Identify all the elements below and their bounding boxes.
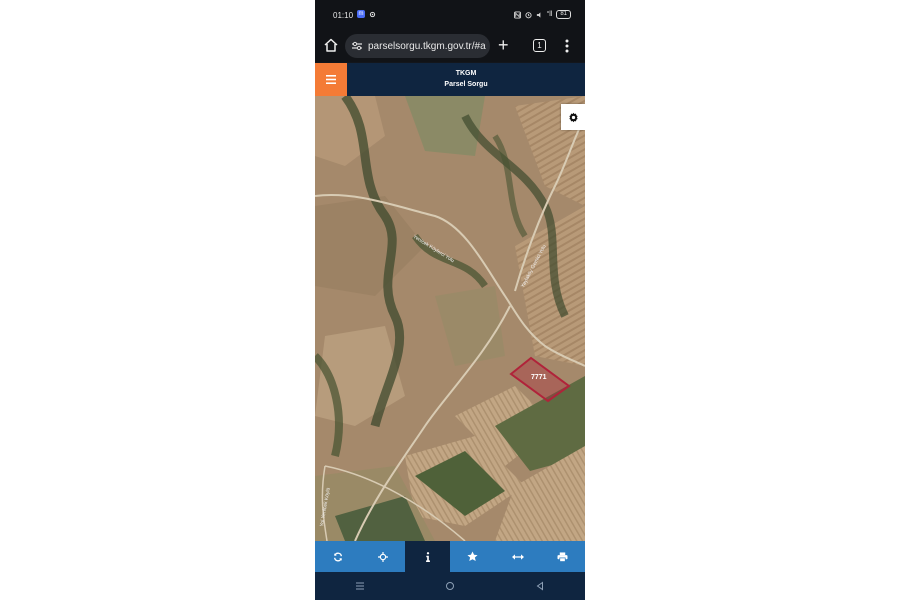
new-tab-plus-icon[interactable]: + <box>498 35 509 55</box>
locate-button[interactable] <box>360 541 405 572</box>
browser-toolbar: parselsorgu.tkgm.gov.tr/#ara + 1 <box>315 30 585 62</box>
phone-screen: 01:10 m “ll 81 parselsorgu.tkgm.gov.tr/#… <box>315 0 585 600</box>
satellite-imagery[interactable] <box>315 96 585 541</box>
star-icon <box>467 551 478 561</box>
tab-switcher-button[interactable]: 1 <box>533 39 546 52</box>
favorites-button[interactable] <box>450 541 495 572</box>
info-icon <box>425 551 430 562</box>
refresh-button[interactable] <box>315 541 360 572</box>
home-icon[interactable] <box>323 37 339 53</box>
site-settings-icon[interactable] <box>351 40 363 52</box>
satellite-map[interactable]: Yenicek Köylerci Yolu Yaylaköy Gemici Yo… <box>315 96 585 541</box>
status-bar: 01:10 m “ll 81 <box>315 0 585 30</box>
parcel-label: 7771 <box>531 374 547 381</box>
print-button[interactable] <box>540 541 585 572</box>
app-title: TKGM <box>455 70 477 77</box>
messenger-badge-icon: m <box>357 10 365 18</box>
address-bar[interactable]: parselsorgu.tkgm.gov.tr/#ara <box>345 34 490 58</box>
settings-small-icon <box>369 11 376 17</box>
status-time: 01:10 <box>333 11 354 20</box>
url-text[interactable]: parselsorgu.tkgm.gov.tr/#ara <box>368 41 486 52</box>
alarm-icon <box>525 11 532 18</box>
print-icon <box>557 551 568 562</box>
status-notification-icons: m <box>357 10 376 18</box>
bottom-toolbar <box>315 541 585 572</box>
signal-strength: “ll <box>546 11 553 18</box>
app-subtitle: Parsel Sorgu <box>444 81 488 88</box>
header-titles: TKGM Parsel Sorgu <box>347 68 585 90</box>
info-button[interactable] <box>405 541 450 572</box>
refresh-icon <box>333 552 342 561</box>
battery-indicator: 81 <box>556 10 571 19</box>
home-circle-icon[interactable] <box>440 581 460 591</box>
hamburger-icon <box>326 75 336 84</box>
crosshair-icon <box>377 551 388 562</box>
gear-icon <box>568 112 578 122</box>
measure-arrows-icon <box>511 553 524 560</box>
measure-button[interactable] <box>495 541 540 572</box>
hamburger-menu-button[interactable] <box>315 63 347 96</box>
app-header: TKGM Parsel Sorgu <box>315 63 585 96</box>
mute-icon <box>536 11 541 18</box>
more-vert-icon[interactable] <box>565 38 569 54</box>
android-navigation-bar <box>315 572 585 600</box>
back-triangle-icon[interactable] <box>530 581 550 591</box>
nfc-icon <box>513 11 521 18</box>
status-right-icons: “ll 81 <box>513 10 571 19</box>
map-settings-button[interactable] <box>561 104 585 130</box>
recents-icon[interactable] <box>350 581 370 591</box>
